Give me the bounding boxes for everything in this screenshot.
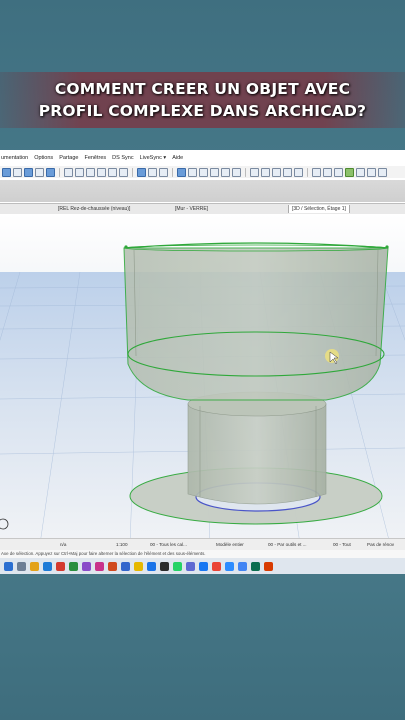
- archicad-icon[interactable]: [121, 561, 130, 571]
- teamwork-icon[interactable]: [345, 167, 354, 177]
- chrome-icon[interactable]: [238, 561, 247, 571]
- app-icon[interactable]: [225, 561, 234, 571]
- cup-body[interactable]: [123, 247, 389, 401]
- toolbar-separator: [245, 167, 246, 177]
- tab-floor-plan-label: [REL Rez-de-chaussée (niveau)]: [58, 206, 131, 212]
- model-view-status[interactable]: Modèle entier: [216, 542, 244, 547]
- section-icon[interactable]: [261, 167, 270, 177]
- toolbar: [0, 166, 405, 178]
- cube-icon[interactable]: [312, 167, 321, 177]
- measure-icon[interactable]: [250, 167, 259, 177]
- scale-status[interactable]: 1:100: [116, 542, 128, 547]
- tab-wall-section-label: [Mur - VERRE]: [175, 206, 209, 212]
- pen-icon[interactable]: [148, 167, 157, 177]
- whatsapp-icon[interactable]: [173, 561, 182, 571]
- undo-status[interactable]: n/a: [60, 542, 66, 547]
- window-icon[interactable]: [323, 167, 332, 177]
- dropdown-icon[interactable]: [108, 167, 117, 177]
- windows-taskbar: [0, 558, 405, 574]
- orbit-icon[interactable]: [221, 167, 230, 177]
- render-icon[interactable]: [356, 167, 365, 177]
- search-icon[interactable]: [17, 561, 26, 571]
- windows-start-icon[interactable]: [4, 561, 13, 571]
- app-icon[interactable]: [69, 561, 78, 571]
- title-line-1: COMMENT CREER UN OBJET AVEC: [54, 80, 351, 98]
- app-icon[interactable]: [186, 561, 195, 571]
- title-banner: COMMENT CREER UN OBJET AVEC PROFIL COMPL…: [0, 72, 405, 128]
- app-icon[interactable]: [134, 561, 143, 571]
- snap-icon[interactable]: [75, 167, 84, 177]
- 3d-scene[interactable]: [0, 214, 405, 545]
- dropdown-icon[interactable]: [13, 167, 22, 177]
- app-icon[interactable]: [95, 561, 104, 571]
- snap-points-icon[interactable]: [177, 167, 186, 177]
- facebook-icon[interactable]: [199, 561, 208, 571]
- select-icon[interactable]: [97, 167, 106, 177]
- app-icon[interactable]: [108, 561, 117, 571]
- lock-icon[interactable]: [119, 167, 128, 177]
- dropdown-icon[interactable]: [35, 167, 44, 177]
- edge-icon[interactable]: [43, 561, 52, 571]
- hint-bar: Axe de sélection. Appuyez sur Ctrl+Maj p…: [0, 550, 405, 558]
- title-line-2: PROFIL COMPLEXE DANS ARCHICAD?: [38, 102, 367, 120]
- eye-icon[interactable]: [159, 167, 168, 177]
- app-icon[interactable]: [82, 561, 91, 571]
- filter-status[interactable]: 00 - Tout: [333, 542, 351, 547]
- info-box-area: [0, 180, 405, 202]
- toolbar-separator: [132, 167, 133, 177]
- publish-icon[interactable]: [378, 167, 387, 177]
- layers-icon[interactable]: [272, 167, 281, 177]
- pen-set-status[interactable]: 00 - Par outils et ...: [268, 542, 307, 547]
- trace-icon[interactable]: [188, 167, 197, 177]
- app-icon[interactable]: [212, 561, 221, 571]
- toolbar-separator: [172, 167, 173, 177]
- stem[interactable]: [187, 403, 327, 505]
- suspend-groups-icon[interactable]: [137, 167, 146, 177]
- align-icon[interactable]: [46, 167, 55, 177]
- tab-floor-plan[interactable]: [REL Rez-de-chaussée (niveau)]: [55, 205, 133, 213]
- favorites-icon[interactable]: [294, 167, 303, 177]
- marquee-icon[interactable]: [24, 167, 33, 177]
- app-icon[interactable]: [56, 561, 65, 571]
- dropdown-icon[interactable]: [86, 167, 95, 177]
- archicad-window: umentation Options Partage Fenêtres DS S…: [0, 150, 405, 574]
- 3d-viewport[interactable]: [0, 214, 405, 545]
- dropdown-icon[interactable]: [210, 167, 219, 177]
- rotate-icon[interactable]: [199, 167, 208, 177]
- app-icon[interactable]: [264, 561, 273, 571]
- grid-icon[interactable]: [64, 167, 73, 177]
- dropdown-icon[interactable]: [367, 167, 376, 177]
- dropdown-icon[interactable]: [283, 167, 292, 177]
- app-icon[interactable]: [251, 561, 260, 571]
- tab-3d-view-label: [3D / Sélection, Étage 1]: [292, 206, 346, 212]
- file-explorer-icon[interactable]: [30, 561, 39, 571]
- tab-3d-view[interactable]: [3D / Sélection, Étage 1]: [288, 205, 350, 213]
- toolbar-separator: [307, 167, 308, 177]
- app-icon[interactable]: [160, 561, 169, 571]
- app-icon[interactable]: [147, 561, 156, 571]
- toolbar-separator: [59, 167, 60, 177]
- zoom-icon[interactable]: [232, 167, 241, 177]
- settings-icon[interactable]: [334, 167, 343, 177]
- renovation-status[interactable]: Pas de rénov: [367, 542, 394, 547]
- arrow-tool-icon[interactable]: [2, 167, 11, 177]
- layer-combo-status[interactable]: 00 - Tous les cal...: [150, 542, 187, 547]
- tab-wall-section[interactable]: [Mur - VERRE]: [172, 205, 211, 213]
